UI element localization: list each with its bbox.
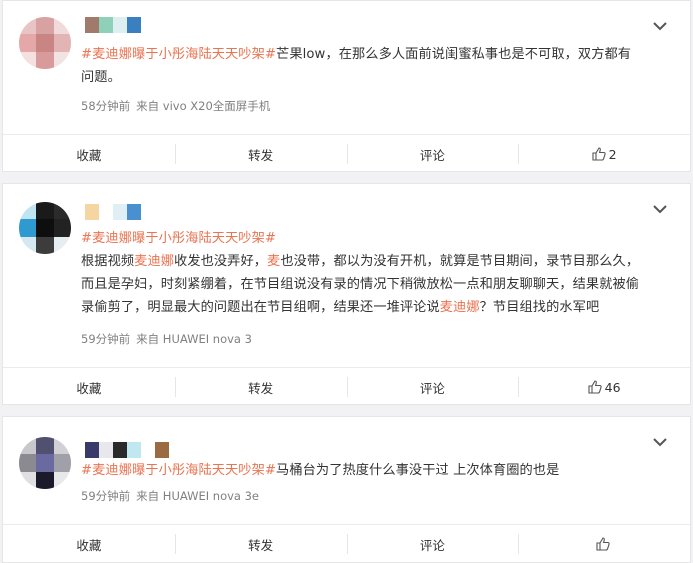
like-button[interactable]: 2 (518, 135, 690, 173)
mention-link[interactable]: 麦迪娜 (134, 254, 174, 269)
avatar[interactable] (19, 437, 71, 489)
comment-card: #麦迪娜曝于小彤海陆天天吵架# 根据视频麦迪娜收发也没弄好，麦也没带，都以为没有… (2, 183, 691, 405)
comment-text: #麦迪娜曝于小彤海陆天天吵架# 根据视频麦迪娜收发也没弄好，麦也没带，都以为没有… (81, 231, 640, 315)
like-button[interactable]: 46 (518, 368, 690, 406)
meta-info: 59分钟前 来自 HUAWEI nova 3 (81, 331, 258, 347)
action-bar: 收藏 转发 评论 46 (3, 367, 690, 406)
collect-button[interactable]: 收藏 (3, 135, 175, 173)
mention-link[interactable]: 麦迪娜 (440, 300, 480, 315)
forward-button[interactable]: 转发 (174, 525, 347, 563)
collect-button[interactable]: 收藏 (3, 525, 175, 563)
timestamp: 59分钟前 (81, 332, 131, 346)
username[interactable] (85, 17, 141, 35)
chevron-down-icon[interactable] (652, 204, 668, 214)
chevron-down-icon[interactable] (652, 21, 668, 31)
mention-link[interactable]: 麦 (267, 254, 280, 269)
timestamp: 59分钟前 (81, 489, 131, 503)
username[interactable] (85, 204, 141, 222)
like-count: 2 (608, 146, 617, 162)
comment-button[interactable]: 评论 (346, 135, 519, 173)
comment-text: #麦迪娜曝于小彤海陆天天吵架#马桶台为了热度什么事没干过 上次体育圈的也是 (81, 463, 560, 478)
meta-info: 58分钟前 来自 vivo X20全面屏手机 (81, 98, 276, 114)
source-device: 来自 vivo X20全面屏手机 (136, 99, 271, 113)
forward-button[interactable]: 转发 (174, 368, 347, 406)
topic-link[interactable]: #麦迪娜曝于小彤海陆天天吵架# (81, 463, 276, 478)
thumbs-up-icon (592, 147, 606, 161)
comment-card: #麦迪娜曝于小彤海陆天天吵架#芒果low，在那么多人面前说闺蜜私事也是不可取，双… (2, 0, 691, 172)
topic-link[interactable]: #麦迪娜曝于小彤海陆天天吵架# (81, 47, 276, 62)
topic-link[interactable]: #麦迪娜曝于小彤海陆天天吵架# (81, 231, 276, 246)
action-bar: 收藏 转发 评论 (3, 524, 690, 563)
avatar[interactable] (19, 202, 71, 254)
comment-card: #麦迪娜曝于小彤海陆天天吵架#马桶台为了热度什么事没干过 上次体育圈的也是 59… (2, 416, 691, 563)
avatar[interactable] (19, 17, 71, 69)
comment-button[interactable]: 评论 (346, 368, 519, 406)
collect-button[interactable]: 收藏 (3, 368, 175, 406)
source-device: 来自 HUAWEI nova 3 (136, 332, 252, 346)
comment-button[interactable]: 评论 (346, 525, 519, 563)
comment-text: #麦迪娜曝于小彤海陆天天吵架#芒果low，在那么多人面前说闺蜜私事也是不可取，双… (81, 47, 632, 85)
action-bar: 收藏 转发 评论 2 (3, 134, 690, 173)
thumbs-up-icon (588, 380, 602, 394)
like-count: 46 (604, 379, 621, 395)
like-button[interactable] (518, 525, 690, 563)
meta-info: 59分钟前 来自 HUAWEI nova 3e (81, 488, 265, 504)
source-device: 来自 HUAWEI nova 3e (136, 489, 260, 503)
chevron-down-icon[interactable] (652, 437, 668, 447)
username[interactable] (85, 442, 169, 460)
thumbs-up-icon (596, 537, 610, 551)
timestamp: 58分钟前 (81, 99, 131, 113)
forward-button[interactable]: 转发 (174, 135, 347, 173)
